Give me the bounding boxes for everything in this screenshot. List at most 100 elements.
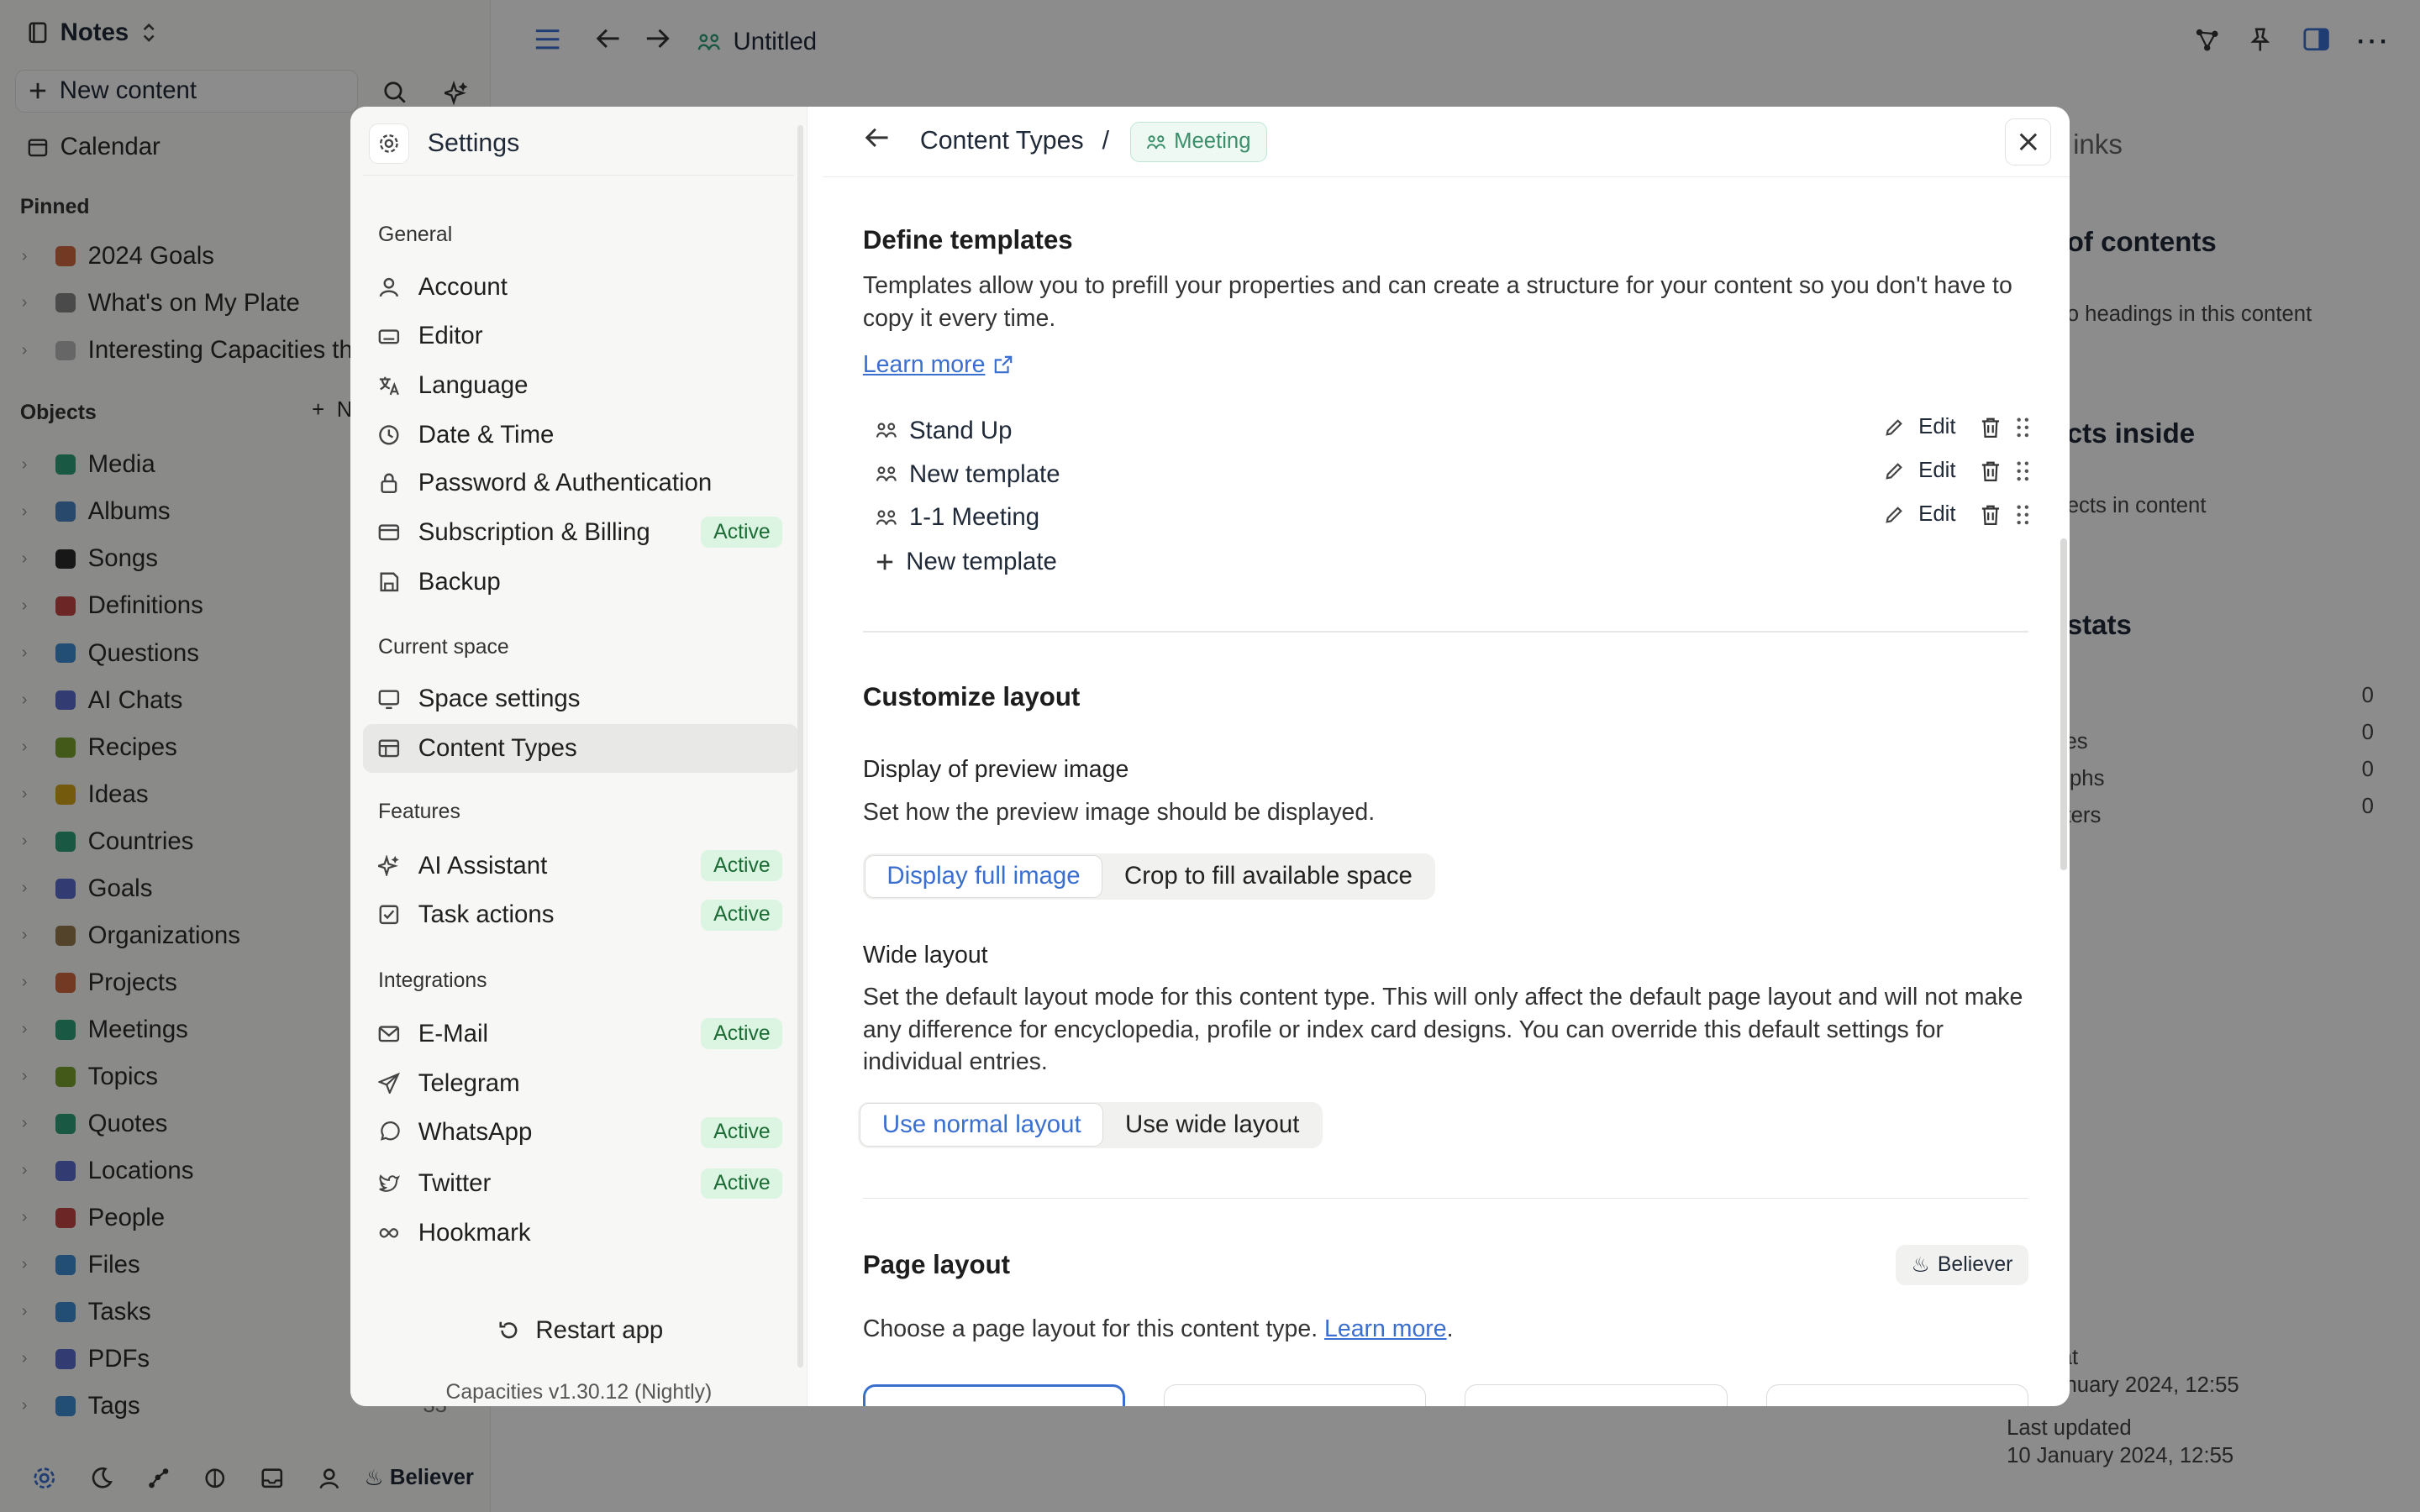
breadcrumb-content-types[interactable]: Content Types	[920, 127, 1084, 155]
settings-nav-label: Space settings	[418, 685, 581, 713]
template-row[interactable]: New template Edit	[876, 454, 2030, 495]
close-button[interactable]	[2005, 118, 2052, 165]
settings-nav-item-editor[interactable]: Editor	[363, 312, 798, 361]
page-layout-heading: Page layout	[862, 1249, 1011, 1279]
pencil-icon	[1885, 462, 1903, 480]
display-full-image-option[interactable]: Display full image	[864, 854, 1103, 899]
meeting-chip-label: Meeting	[1174, 129, 1251, 154]
template-row[interactable]: 1-1 Meeting Edit	[876, 498, 2030, 538]
settings-nav-item-twitter[interactable]: Twitter Active	[363, 1159, 798, 1209]
layout-option-card[interactable]	[1765, 1383, 2028, 1406]
page-layout-description: Choose a page layout for this content ty…	[863, 1313, 1454, 1346]
believer-label: Believer	[1937, 1253, 2013, 1277]
crop-to-fill-option[interactable]: Crop to fill available space	[1102, 855, 1434, 898]
infinity-icon	[378, 1222, 400, 1244]
define-templates-description: Templates allow you to prefill your prop…	[862, 272, 2012, 333]
page-layout-learn-more[interactable]: Learn more	[1324, 1315, 1447, 1342]
settings-nav-label: Language	[418, 371, 529, 400]
edit-label: Edit	[1918, 502, 1956, 527]
new-template-button[interactable]: New template	[876, 542, 2030, 582]
active-badge: Active	[701, 1116, 783, 1148]
monitor-icon	[378, 688, 400, 710]
meeting-icon	[876, 465, 897, 482]
settings-nav-item-language[interactable]: Language	[363, 361, 798, 411]
settings-nav-item-backup[interactable]: Backup	[363, 557, 798, 606]
user-icon	[378, 276, 400, 298]
settings-nav-item-ai-assistant[interactable]: AI Assistant Active	[363, 841, 798, 890]
divider	[862, 1197, 2028, 1200]
settings-modal: Settings General Account Editor Language Da…	[350, 106, 2070, 1406]
edit-template-button[interactable]: Edit	[1885, 459, 1956, 483]
content-types-pane: Content Types / Meeting Define templates…	[823, 107, 2070, 1406]
use-wide-layout-option[interactable]: Use wide layout	[1103, 1103, 1321, 1146]
wide-layout-toggle: Use normal layout Use wide layout	[858, 1101, 1323, 1148]
settings-nav-label: E-Mail	[418, 1019, 488, 1047]
template-actions: Edit	[1885, 502, 2030, 527]
external-link-icon	[994, 355, 1013, 374]
group-features: Features	[378, 801, 460, 824]
settings-nav-item-password-authentication[interactable]: Password & Authentication	[363, 459, 798, 508]
settings-nav-item-content-types[interactable]: Content Types	[362, 723, 798, 774]
settings-nav-label: Twitter	[418, 1168, 492, 1197]
settings-nav-item-date-time[interactable]: Date & Time	[363, 411, 798, 460]
settings-nav-item-account[interactable]: Account	[363, 262, 798, 312]
learn-more-link[interactable]: Learn more	[863, 349, 1013, 381]
content-scrollbar[interactable]	[2060, 538, 2067, 871]
layout-option-card[interactable]	[862, 1383, 1126, 1406]
edit-label: Edit	[1918, 415, 1956, 439]
settings-nav-item-hookmark[interactable]: Hookmark	[363, 1208, 798, 1257]
save-icon	[378, 571, 400, 593]
layout-option-card[interactable]	[1164, 1383, 1427, 1406]
close-icon	[2019, 133, 2038, 151]
layout-option-card[interactable]	[1465, 1383, 1728, 1406]
settings-nav-label: Editor	[418, 322, 483, 350]
restart-label: Restart app	[535, 1315, 664, 1344]
edit-label: Edit	[1918, 459, 1956, 483]
settings-nav-item-subscription-billing[interactable]: Subscription & Billing Active	[363, 507, 798, 557]
settings-nav-label: Task actions	[418, 900, 555, 929]
restart-app-button[interactable]: Restart app	[498, 1316, 663, 1345]
checkbox-icon	[378, 904, 400, 926]
settings-nav-item-space-settings[interactable]: Space settings	[363, 675, 798, 724]
settings-nav-item-telegram[interactable]: Telegram	[363, 1058, 798, 1108]
settings-title: Settings	[369, 123, 519, 164]
meeting-icon	[876, 422, 897, 438]
active-badge: Active	[701, 850, 783, 881]
gear-icon	[369, 123, 409, 164]
believer-badge: ♨ Believer	[1896, 1245, 2028, 1286]
use-normal-layout-option[interactable]: Use normal layout	[860, 1103, 1104, 1147]
settings-nav-label: Content Types	[418, 733, 577, 762]
content-header: Content Types / Meeting	[823, 107, 2070, 178]
settings-nav-label: Subscription & Billing	[418, 517, 650, 546]
period: .	[1446, 1315, 1454, 1343]
define-templates-heading: Define templates	[862, 225, 1073, 255]
drag-handle-icon[interactable]	[2016, 417, 2030, 438]
back-arrow-icon[interactable]	[865, 127, 889, 149]
trash-icon[interactable]	[1981, 460, 2001, 482]
edit-template-button[interactable]: Edit	[1885, 502, 1956, 527]
wide-layout-description: Set the default layout mode for this con…	[862, 984, 2023, 1076]
refresh-icon	[498, 1320, 520, 1341]
trash-icon[interactable]	[1981, 504, 2001, 526]
nav-scrollbar[interactable]	[797, 124, 804, 1368]
settings-nav-item-whatsapp[interactable]: WhatsApp Active	[363, 1108, 798, 1158]
edit-template-button[interactable]: Edit	[1885, 415, 1956, 439]
template-row[interactable]: Stand Up Edit	[876, 411, 2030, 451]
settings-nav-label: Date & Time	[418, 421, 555, 449]
drag-handle-icon[interactable]	[2016, 460, 2030, 482]
card-icon	[378, 522, 400, 543]
drag-handle-icon[interactable]	[2016, 504, 2030, 526]
trash-icon[interactable]	[1981, 417, 2001, 438]
flame-icon: ♨	[1911, 1254, 1930, 1278]
mail-icon	[378, 1023, 400, 1045]
active-badge: Active	[701, 517, 783, 549]
meeting-icon	[1146, 134, 1166, 150]
settings-nav-item-task-actions[interactable]: Task actions Active	[363, 890, 798, 940]
plus-icon	[876, 553, 894, 571]
settings-title-label: Settings	[427, 129, 520, 157]
customize-layout-heading: Customize layout	[862, 681, 1081, 711]
settings-nav-item-e-mail[interactable]: E-Mail Active	[363, 1009, 798, 1058]
pencil-icon	[1885, 506, 1903, 524]
preview-image-toggle: Display full image Crop to fill availabl…	[862, 853, 1436, 900]
active-badge: Active	[701, 1018, 783, 1050]
